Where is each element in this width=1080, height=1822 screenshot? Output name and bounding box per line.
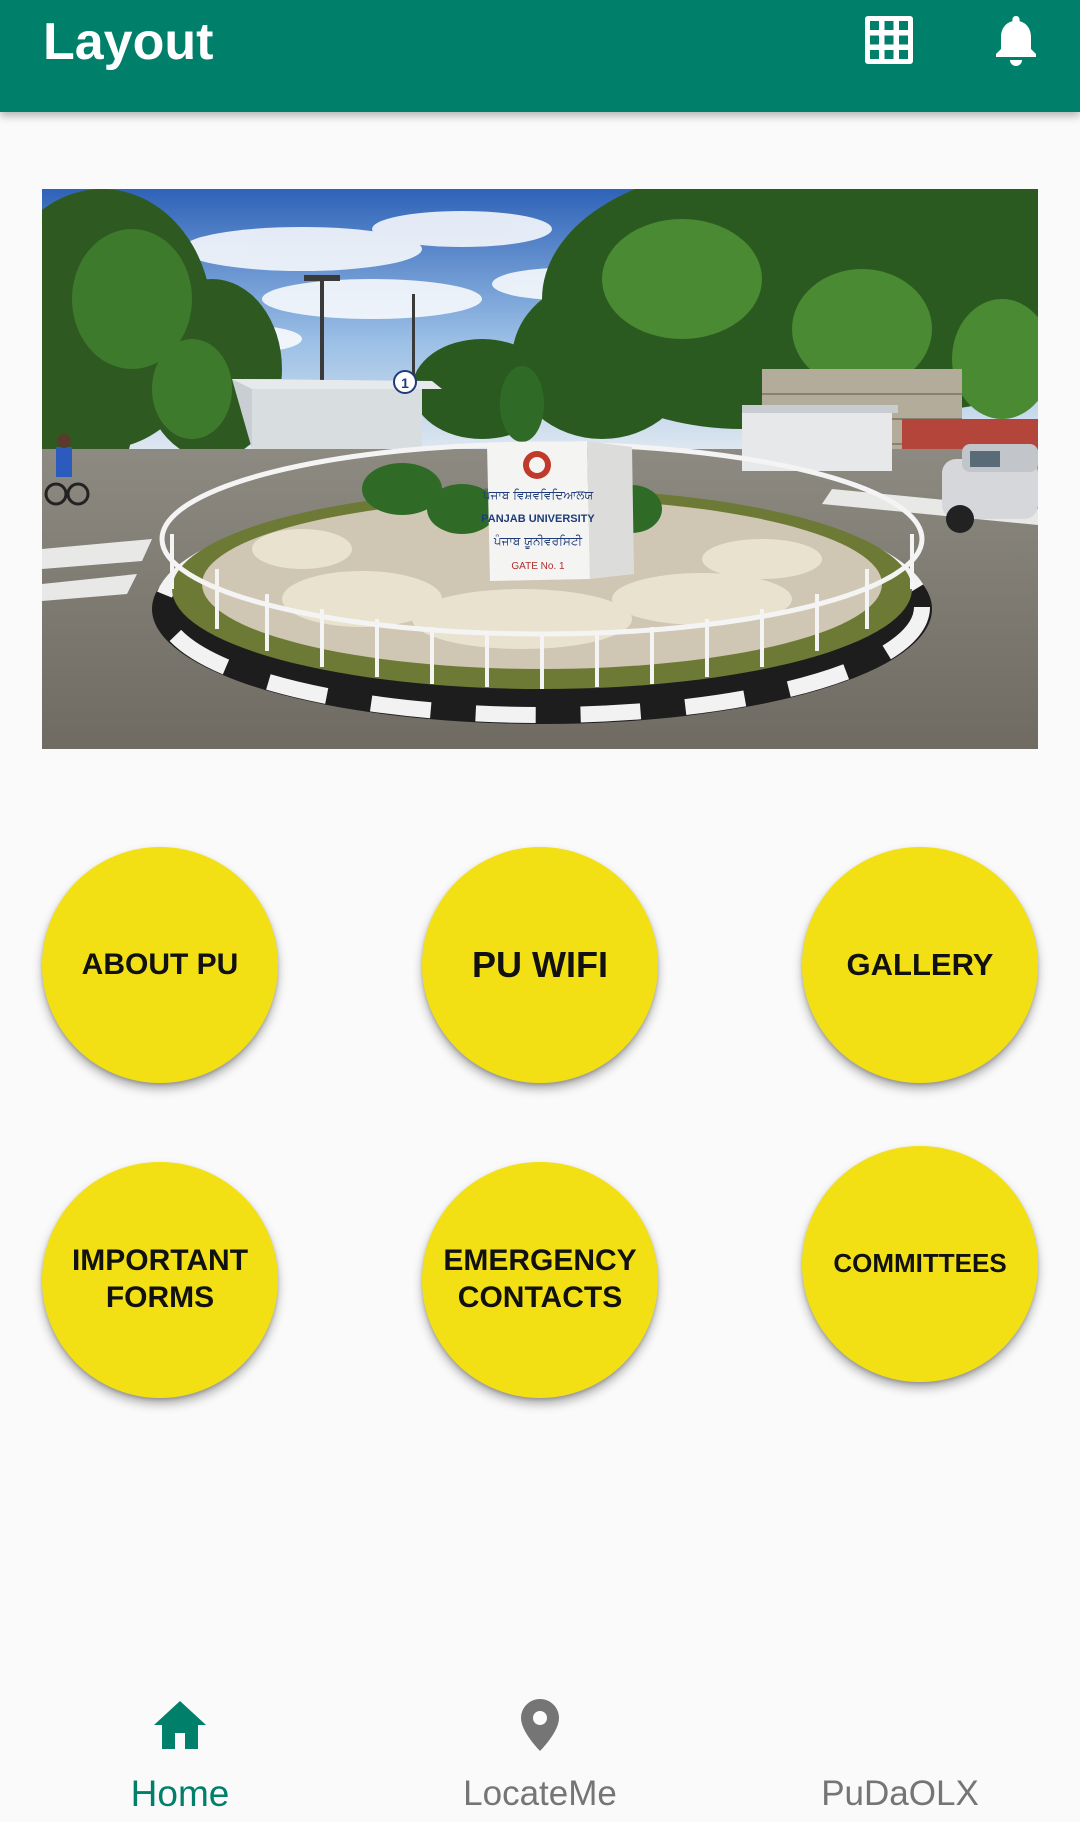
emergency-contacts-label: EMERGENCY CONTACTS xyxy=(443,1244,637,1314)
nav-label-pudaolx: PuDaOLX xyxy=(821,1774,979,1813)
sign-line-4: GATE No. 1 xyxy=(511,561,565,572)
pu-wifi-label: PU WIFI xyxy=(472,944,608,986)
committees-button[interactable]: COMMITTEES xyxy=(802,1146,1038,1382)
emergency-contacts-button[interactable]: EMERGENCY CONTACTS xyxy=(422,1162,658,1398)
gate-number: 1 xyxy=(401,375,409,391)
app-bar: Layout xyxy=(0,0,1080,112)
important-forms-button[interactable]: IMPORTANT FORMS xyxy=(42,1162,278,1398)
about-pu-button[interactable]: ABOUT PU xyxy=(42,847,278,1083)
about-pu-label: ABOUT PU xyxy=(81,947,239,981)
nav-label-locateme: LocateMe xyxy=(463,1774,617,1813)
important-forms-label: IMPORTANT FORMS xyxy=(71,1244,249,1314)
committees-label: COMMITTEES xyxy=(833,1248,1007,1279)
sign-line-1: ਪੰਜਾਬ ਵਿਸ਼ਵਵਿਦਿਆਲਯ xyxy=(482,488,594,502)
hero-image: 1 ਪੰਜਾਬ ਵਿਸ਼ਵਵਿਦਿਆਲਯ PANJAB UNIVERSITY ਪ… xyxy=(42,189,1038,749)
bell-icon[interactable] xyxy=(986,10,1046,70)
page-title: Layout xyxy=(43,13,214,71)
pu-wifi-button[interactable]: PU WIFI xyxy=(422,847,658,1083)
nav-item-home[interactable]: Home xyxy=(0,1656,360,1822)
home-icon xyxy=(154,1701,206,1749)
campus-gate-photo: 1 ਪੰਜਾਬ ਵਿਸ਼ਵਵਿਦਿਆਲਯ PANJAB UNIVERSITY ਪ… xyxy=(42,189,1038,749)
sign-line-2: PANJAB UNIVERSITY xyxy=(481,513,595,525)
nav-item-locateme[interactable]: LocateMe xyxy=(360,1656,720,1822)
gallery-button[interactable]: GALLERY xyxy=(802,847,1038,1083)
location-pin-icon xyxy=(521,1699,559,1751)
grid-icon[interactable] xyxy=(859,10,919,70)
gallery-label: GALLERY xyxy=(846,947,994,983)
nav-label-home: Home xyxy=(130,1773,230,1814)
nav-item-pudaolx[interactable]: PuDaOLX xyxy=(720,1656,1080,1822)
bottom-navigation: Home LocateMe PuDaOLX xyxy=(0,1656,1080,1822)
sign-line-3: ਪੰਜਾਬ ਯੂਨੀਵਰਸਿਟੀ xyxy=(493,534,583,549)
